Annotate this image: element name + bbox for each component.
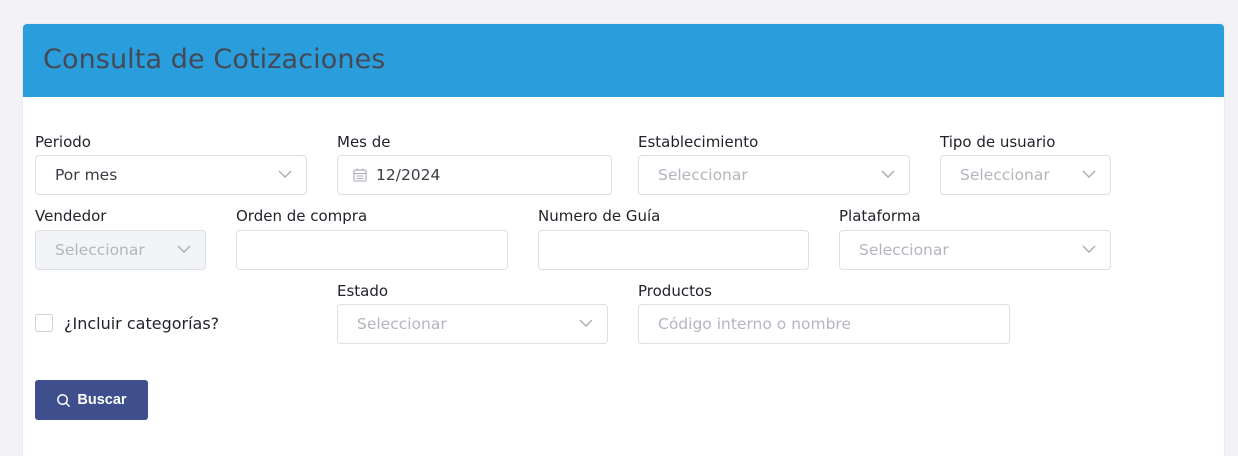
chevron-down-icon xyxy=(1082,170,1096,178)
chevron-down-icon xyxy=(881,170,895,178)
plataforma-placeholder: Seleccionar xyxy=(859,241,949,259)
chevron-down-icon xyxy=(177,245,191,253)
chevron-down-icon xyxy=(579,319,593,327)
page-title: Consulta de Cotizaciones xyxy=(43,44,386,75)
vendedor-placeholder: Seleccionar xyxy=(55,241,145,259)
vendedor-select[interactable]: Seleccionar xyxy=(35,230,206,270)
plataforma-label: Plataforma xyxy=(839,207,921,225)
card-header: Consulta de Cotizaciones xyxy=(23,24,1224,97)
orden-compra-label: Orden de compra xyxy=(236,207,368,225)
incluir-categorias-checkbox[interactable] xyxy=(35,314,53,332)
productos-placeholder: Código interno o nombre xyxy=(658,315,852,333)
estado-placeholder: Seleccionar xyxy=(357,315,447,333)
establecimiento-label: Establecimiento xyxy=(638,133,759,151)
tipo-usuario-placeholder: Seleccionar xyxy=(960,166,1050,184)
query-card: Consulta de Cotizaciones Periodo Por mes… xyxy=(23,24,1224,456)
periodo-select[interactable]: Por mes xyxy=(35,155,307,195)
search-icon xyxy=(57,393,71,407)
estado-select[interactable]: Seleccionar xyxy=(337,304,608,344)
plataforma-select[interactable]: Seleccionar xyxy=(839,230,1111,270)
periodo-label: Periodo xyxy=(35,133,91,151)
calendar-icon xyxy=(353,168,367,182)
mes-de-value: 12/2024 xyxy=(376,166,441,184)
periodo-value: Por mes xyxy=(55,166,118,184)
chevron-down-icon xyxy=(278,170,292,178)
establecimiento-placeholder: Seleccionar xyxy=(658,166,748,184)
vendedor-label: Vendedor xyxy=(35,207,107,225)
productos-input[interactable]: Código interno o nombre xyxy=(638,304,1010,344)
mes-de-label: Mes de xyxy=(337,133,391,151)
numero-guia-input[interactable] xyxy=(538,230,809,270)
productos-label: Productos xyxy=(638,282,712,300)
chevron-down-icon xyxy=(1082,245,1096,253)
search-button[interactable]: Buscar xyxy=(35,380,148,420)
estado-label: Estado xyxy=(337,282,389,300)
tipo-usuario-select[interactable]: Seleccionar xyxy=(940,155,1111,195)
mes-de-datepicker[interactable]: 12/2024 xyxy=(337,155,612,195)
establecimiento-select[interactable]: Seleccionar xyxy=(638,155,910,195)
numero-guia-label: Numero de Guía xyxy=(538,207,661,225)
search-button-label: Buscar xyxy=(77,392,127,408)
tipo-usuario-label: Tipo de usuario xyxy=(940,133,1056,151)
incluir-categorias-label[interactable]: ¿Incluir categorías? xyxy=(64,314,219,333)
orden-compra-input[interactable] xyxy=(236,230,508,270)
